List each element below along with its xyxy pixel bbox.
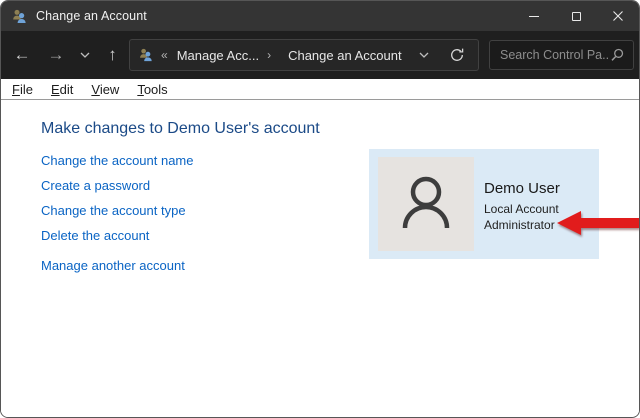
breadcrumb-separator-icon: › bbox=[267, 48, 271, 62]
page-title: Make changes to Demo User's account bbox=[41, 120, 320, 138]
refresh-icon bbox=[449, 47, 465, 63]
chevron-down-icon bbox=[80, 52, 90, 58]
task-links: Change the account name Create a passwor… bbox=[41, 154, 194, 284]
back-icon: ← bbox=[14, 45, 31, 65]
address-bar: « Manage Acc... › Change an Account bbox=[129, 39, 479, 71]
minimize-icon bbox=[529, 16, 539, 17]
address-bar-actions bbox=[405, 47, 478, 63]
search-box bbox=[489, 40, 634, 70]
account-name: Demo User bbox=[484, 180, 560, 197]
link-delete-account[interactable]: Delete the account bbox=[41, 229, 194, 242]
user-accounts-icon bbox=[11, 9, 27, 24]
menu-view[interactable]: View bbox=[82, 82, 128, 97]
close-icon bbox=[612, 10, 624, 22]
recent-pages-button[interactable] bbox=[73, 31, 97, 79]
search-icon bbox=[610, 48, 624, 62]
navigation-toolbar: ← → ↑ « Manage Acc... › bbox=[1, 31, 639, 79]
avatar bbox=[378, 157, 474, 251]
titlebar: Change an Account bbox=[1, 1, 639, 31]
breadcrumb-parent[interactable]: Manage Acc... bbox=[177, 48, 259, 63]
search-input[interactable] bbox=[490, 47, 610, 63]
up-button[interactable]: ↑ bbox=[97, 31, 128, 79]
maximize-button[interactable] bbox=[555, 1, 597, 31]
minimize-button[interactable] bbox=[513, 1, 555, 31]
menu-bar: File Edit View Tools bbox=[1, 79, 639, 100]
maximize-icon bbox=[572, 12, 581, 21]
up-icon: ↑ bbox=[108, 45, 117, 65]
window-title: Change an Account bbox=[36, 9, 147, 23]
forward-button[interactable]: → bbox=[41, 31, 71, 79]
menu-tools[interactable]: Tools bbox=[128, 82, 176, 97]
breadcrumb-current[interactable]: Change an Account bbox=[288, 48, 401, 63]
user-accounts-icon-small bbox=[138, 48, 153, 62]
menu-edit[interactable]: Edit bbox=[42, 82, 82, 97]
link-create-password[interactable]: Create a password bbox=[41, 179, 194, 192]
address-dropdown-button[interactable] bbox=[405, 52, 443, 58]
link-change-account-name[interactable]: Change the account name bbox=[41, 154, 194, 167]
window-controls bbox=[513, 1, 639, 31]
account-info: Demo User Local Account Administrator bbox=[484, 180, 560, 233]
forward-icon: → bbox=[48, 45, 65, 65]
account-kind: Local Account bbox=[484, 201, 560, 217]
link-change-account-type[interactable]: Change the account type bbox=[41, 204, 194, 217]
change-account-window: Change an Account ← → bbox=[0, 0, 640, 418]
refresh-button[interactable] bbox=[443, 47, 478, 63]
account-tile: Demo User Local Account Administrator bbox=[369, 149, 599, 259]
main-content: Make changes to Demo User's account Chan… bbox=[1, 100, 639, 417]
breadcrumb-overflow-chevron[interactable]: « bbox=[161, 48, 168, 62]
person-icon bbox=[390, 168, 462, 240]
annotation-arrow-icon bbox=[556, 209, 640, 237]
chevron-down-icon bbox=[419, 52, 429, 58]
account-role: Administrator bbox=[484, 217, 560, 233]
link-manage-another-account[interactable]: Manage another account bbox=[41, 259, 194, 272]
close-button[interactable] bbox=[597, 1, 639, 31]
menu-file[interactable]: File bbox=[3, 82, 42, 97]
back-button[interactable]: ← bbox=[7, 31, 37, 79]
